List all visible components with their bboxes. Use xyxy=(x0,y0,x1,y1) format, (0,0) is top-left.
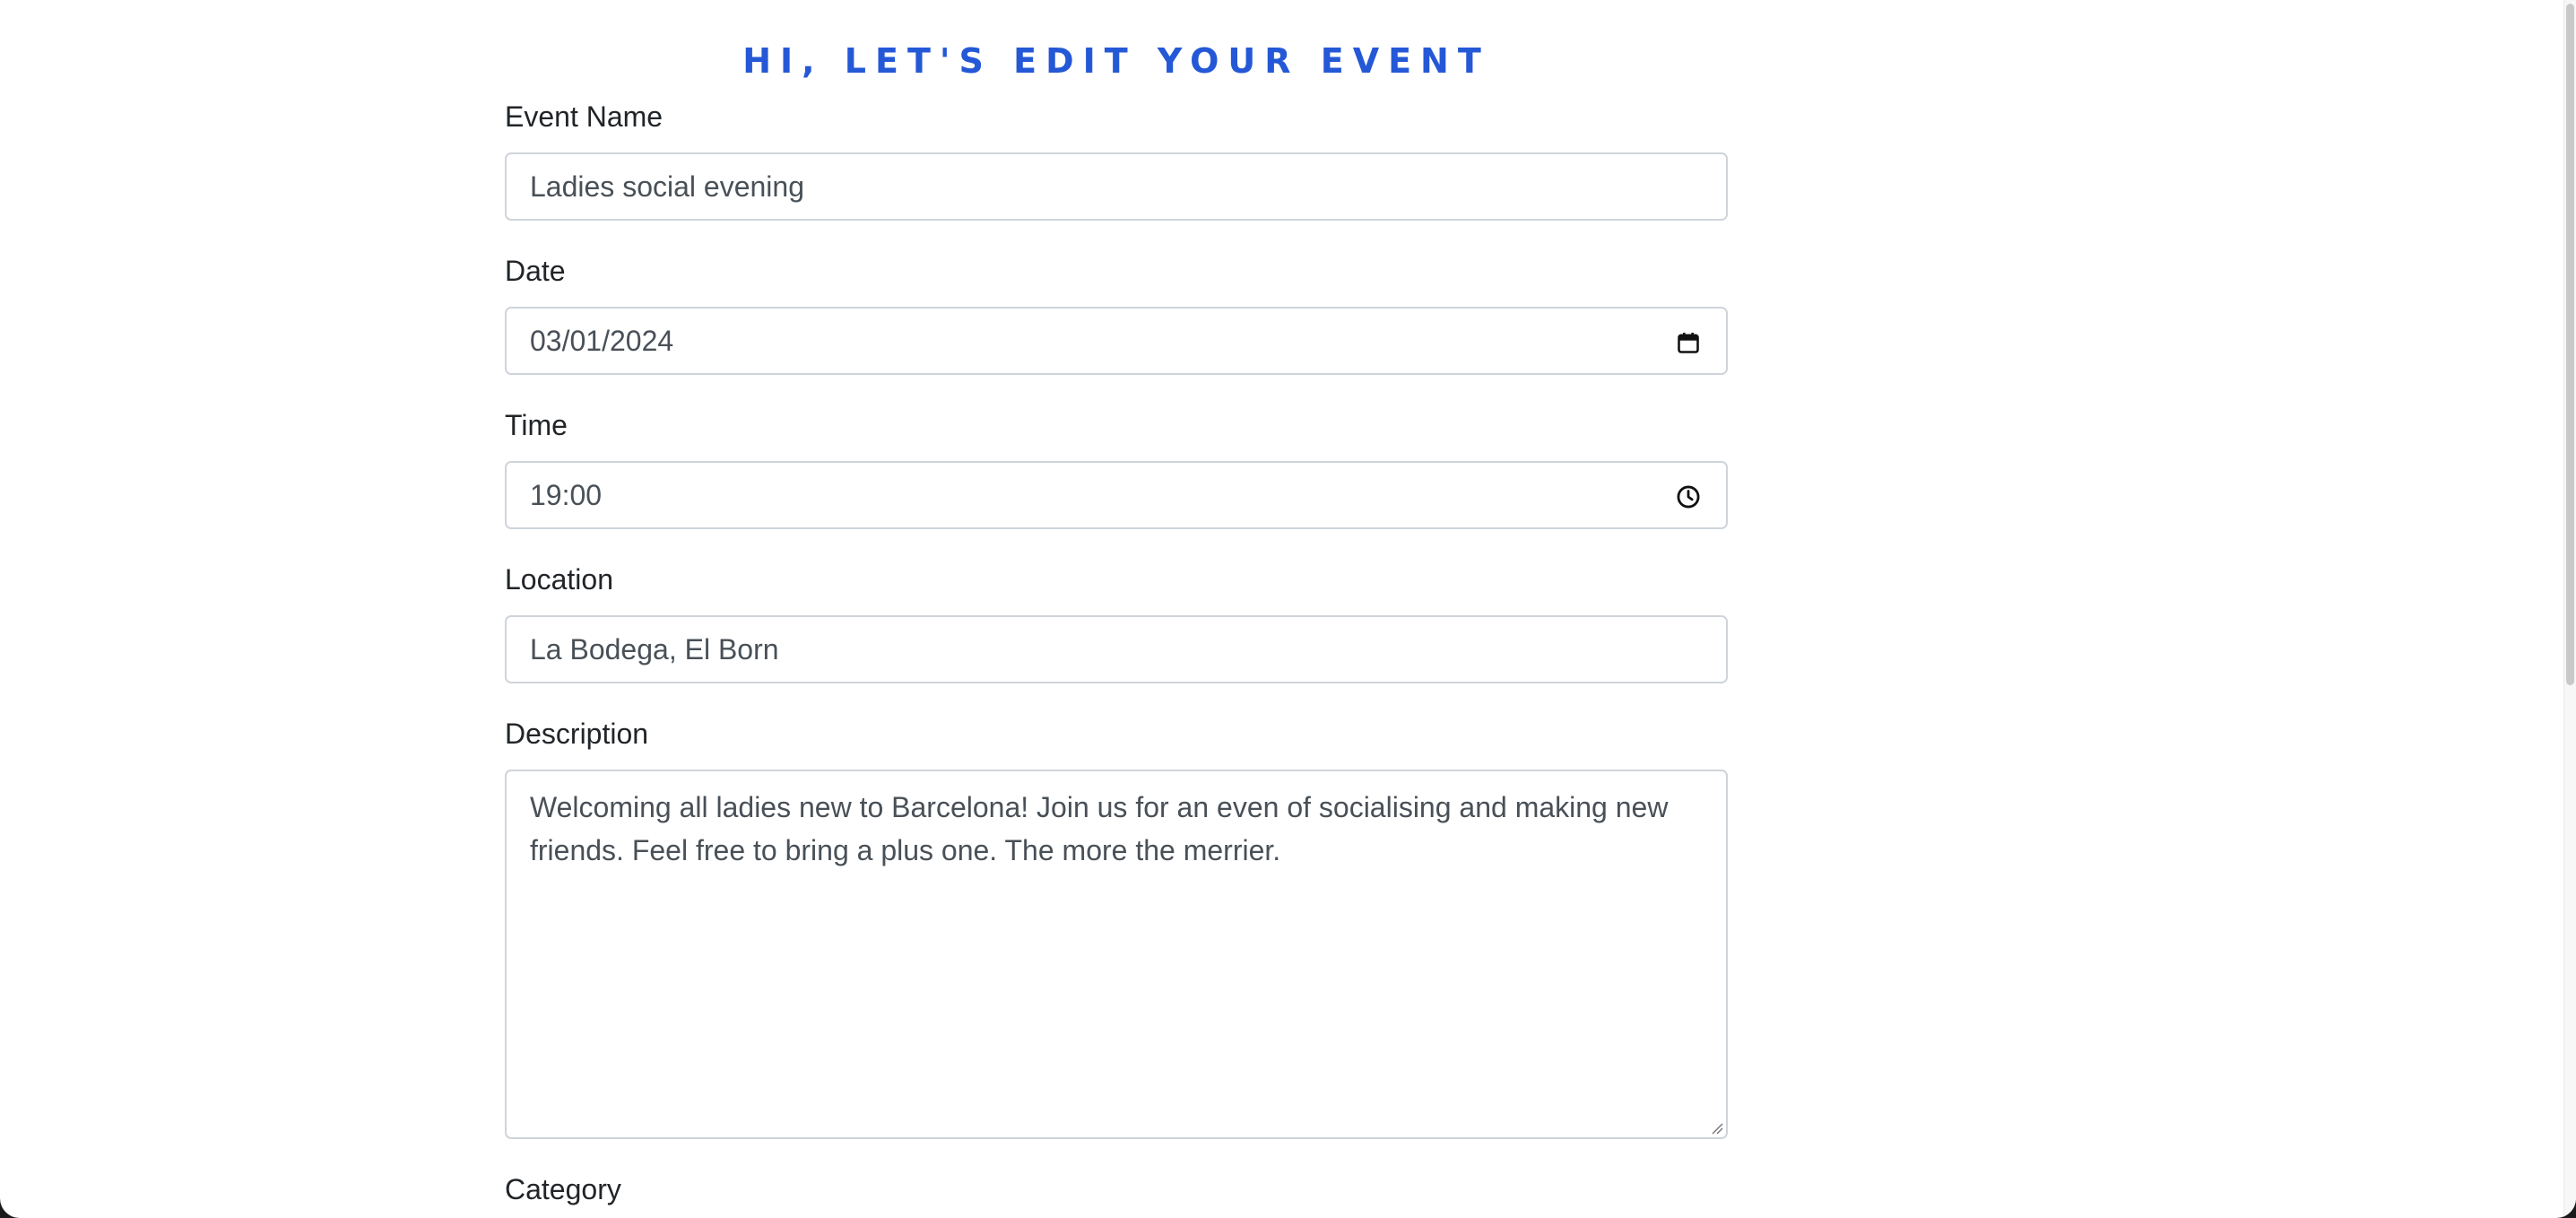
category-label: Category xyxy=(505,1173,621,1205)
event-name-value: Ladies social evening xyxy=(530,170,804,203)
clock-icon[interactable] xyxy=(1676,484,1701,509)
location-value: La Bodega, El Born xyxy=(530,633,779,666)
time-label: Time xyxy=(505,409,568,441)
date-input[interactable]: 03/01/2024 xyxy=(505,307,1728,375)
event-name-input[interactable]: Ladies social evening xyxy=(505,152,1728,221)
edit-event-form: HI, LET'S EDIT YOUR EVENT Event Name Lad… xyxy=(505,0,1728,1205)
description-textarea[interactable]: Welcoming all ladies new to Barcelona! J… xyxy=(505,770,1728,1139)
vertical-scrollbar[interactable] xyxy=(2563,0,2576,1218)
description-value: Welcoming all ladies new to Barcelona! J… xyxy=(530,791,1669,866)
calendar-icon[interactable] xyxy=(1676,330,1701,355)
event-name-label: Event Name xyxy=(505,100,664,133)
time-input[interactable]: 19:00 xyxy=(505,461,1728,529)
time-value: 19:00 xyxy=(530,479,603,511)
scrollbar-thumb[interactable] xyxy=(2566,4,2574,685)
location-label: Location xyxy=(505,563,613,596)
description-label: Description xyxy=(505,718,649,750)
location-input[interactable]: La Bodega, El Born xyxy=(505,615,1728,683)
date-label: Date xyxy=(505,255,566,287)
browser-viewport: HI, LET'S EDIT YOUR EVENT Event Name Lad… xyxy=(0,0,2576,1218)
page-title: HI, LET'S EDIT YOUR EVENT xyxy=(742,41,1490,81)
resize-grip-icon[interactable] xyxy=(1709,1120,1723,1135)
date-value: 03/01/2024 xyxy=(530,325,674,357)
